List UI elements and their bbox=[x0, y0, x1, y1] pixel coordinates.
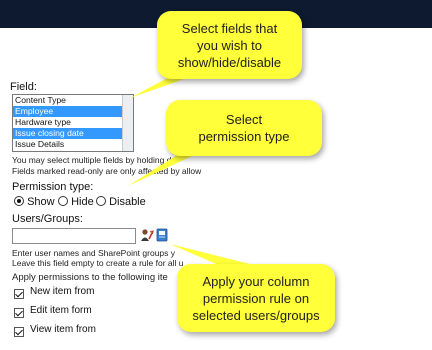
callout-permission-type-text: Select permission type bbox=[198, 112, 290, 144]
callout-select-fields-text: Select fields that you wish to show/hide… bbox=[177, 20, 282, 70]
callout-select-fields: Select fields that you wish to show/hide… bbox=[157, 11, 302, 79]
callout-users-groups: Apply your column permission rule on sel… bbox=[177, 264, 335, 332]
callout-users-groups-text: Apply your column permission rule on sel… bbox=[192, 273, 320, 323]
callout-permission-type: Select permission type bbox=[166, 100, 322, 156]
